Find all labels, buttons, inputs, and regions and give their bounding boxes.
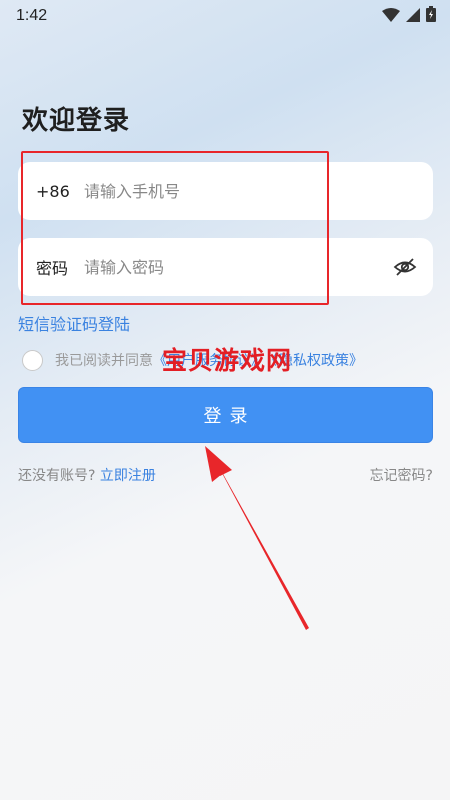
agreement-row: 我已阅读并同意 《用户服务协议》 《隐私权政策》 — [22, 349, 363, 371]
password-field[interactable]: 密码 — [18, 238, 433, 296]
country-code[interactable]: +86 — [18, 182, 84, 201]
agreement-checkbox[interactable] — [22, 349, 43, 371]
sms-login-link[interactable]: 短信验证码登陆 — [18, 311, 130, 335]
register-row: 还没有账号? 立即注册 — [18, 465, 156, 485]
register-link[interactable]: 立即注册 — [100, 468, 156, 484]
agreement-text: 我已阅读并同意 — [55, 353, 153, 369]
battery-icon — [426, 6, 436, 26]
status-icons — [382, 6, 436, 26]
eye-off-icon[interactable] — [377, 238, 433, 296]
login-button[interactable]: 登录 — [18, 387, 433, 443]
signal-icon — [406, 7, 420, 26]
password-label: 密码 — [36, 259, 69, 278]
privacy-policy-link[interactable]: 《隐私权政策》 — [265, 350, 363, 370]
page-title: 欢迎登录 — [22, 106, 131, 136]
register-prompt: 还没有账号? — [18, 468, 96, 484]
status-bar: 1:42 — [0, 0, 450, 32]
user-agreement-link[interactable]: 《用户服务协议》 — [153, 350, 265, 370]
forgot-password-link[interactable]: 忘记密码? — [370, 465, 433, 485]
status-time: 1:42 — [16, 7, 48, 24]
password-input[interactable] — [84, 257, 377, 277]
phone-input[interactable] — [84, 181, 433, 201]
wifi-icon — [382, 7, 400, 26]
phone-field[interactable]: +86 — [18, 162, 433, 220]
